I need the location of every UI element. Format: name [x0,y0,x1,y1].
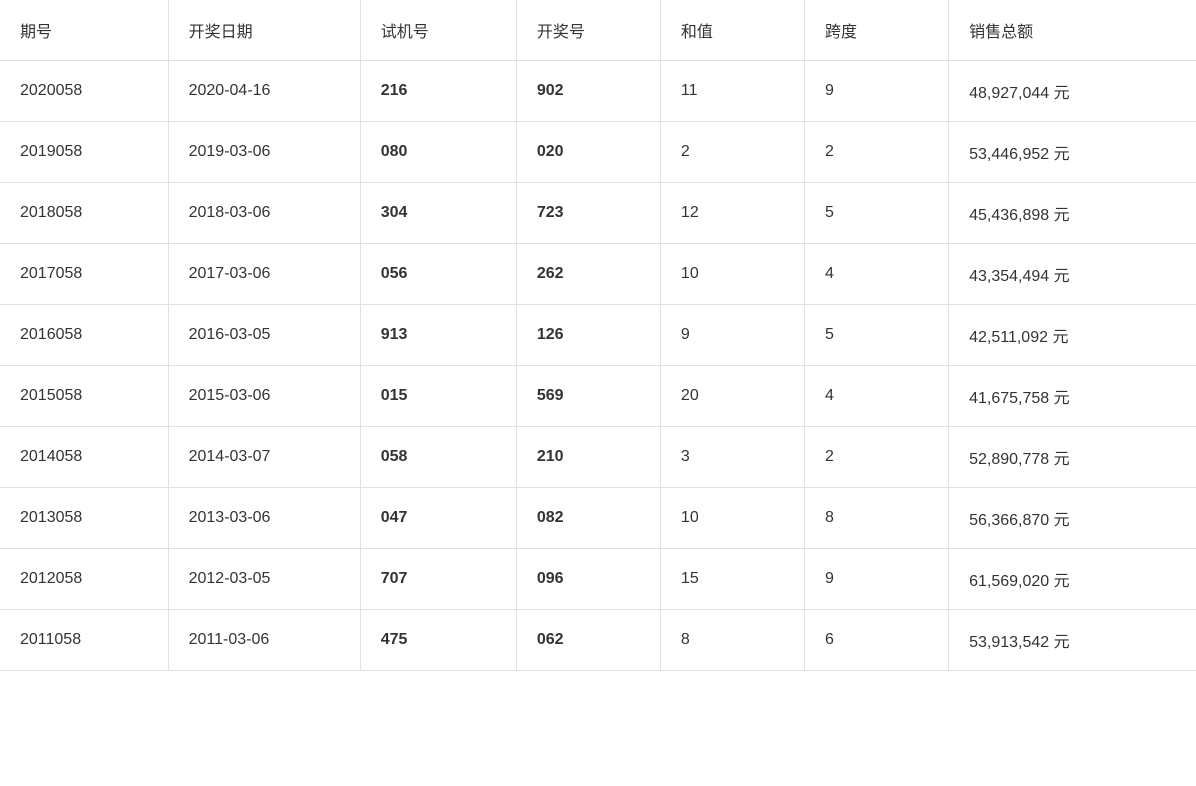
cell-span: 6 [805,610,949,671]
cell-trial: 707 [360,549,516,610]
header-span: 跨度 [805,0,949,61]
cell-sales: 41,675,758 元 [949,366,1196,427]
cell-trial: 015 [360,366,516,427]
cell-span: 5 [805,305,949,366]
cell-sales: 52,890,778 元 [949,427,1196,488]
cell-period: 2016058 [0,305,168,366]
cell-sales: 56,366,870 元 [949,488,1196,549]
table-row: 20120582012-03-0570709615961,569,020 元 [0,549,1196,610]
cell-period: 2020058 [0,61,168,122]
cell-winning: 020 [516,122,660,183]
cell-trial: 080 [360,122,516,183]
table-row: 20200582020-04-1621690211948,927,044 元 [0,61,1196,122]
cell-sum: 10 [660,244,804,305]
cell-trial: 475 [360,610,516,671]
cell-winning: 126 [516,305,660,366]
cell-sum: 11 [660,61,804,122]
cell-sum: 2 [660,122,804,183]
cell-sum: 12 [660,183,804,244]
table-container: 期号 开奖日期 试机号 开奖号 和值 跨度 销售总额 20200582020-0… [0,0,1196,786]
cell-sum: 8 [660,610,804,671]
cell-sum: 20 [660,366,804,427]
cell-span: 2 [805,122,949,183]
cell-period: 2013058 [0,488,168,549]
cell-span: 2 [805,427,949,488]
table-row: 20150582015-03-0601556920441,675,758 元 [0,366,1196,427]
cell-winning: 096 [516,549,660,610]
cell-winning: 082 [516,488,660,549]
cell-period: 2015058 [0,366,168,427]
cell-trial: 913 [360,305,516,366]
cell-trial: 056 [360,244,516,305]
table-row: 20190582019-03-060800202253,446,952 元 [0,122,1196,183]
header-row: 期号 开奖日期 试机号 开奖号 和值 跨度 销售总额 [0,0,1196,61]
cell-period: 2011058 [0,610,168,671]
cell-trial: 047 [360,488,516,549]
cell-winning: 210 [516,427,660,488]
cell-span: 9 [805,61,949,122]
cell-date: 2020-04-16 [168,61,360,122]
cell-date: 2011-03-06 [168,610,360,671]
cell-sum: 15 [660,549,804,610]
cell-span: 8 [805,488,949,549]
cell-date: 2014-03-07 [168,427,360,488]
cell-sum: 9 [660,305,804,366]
header-date: 开奖日期 [168,0,360,61]
table-row: 20140582014-03-070582103252,890,778 元 [0,427,1196,488]
cell-winning: 569 [516,366,660,427]
header-sum: 和值 [660,0,804,61]
cell-date: 2013-03-06 [168,488,360,549]
table-row: 20160582016-03-059131269542,511,092 元 [0,305,1196,366]
cell-winning: 902 [516,61,660,122]
header-sales: 销售总额 [949,0,1196,61]
cell-trial: 216 [360,61,516,122]
cell-winning: 262 [516,244,660,305]
cell-span: 9 [805,549,949,610]
cell-sales: 53,446,952 元 [949,122,1196,183]
cell-winning: 062 [516,610,660,671]
header-period: 期号 [0,0,168,61]
cell-date: 2019-03-06 [168,122,360,183]
header-trial: 试机号 [360,0,516,61]
cell-sales: 43,354,494 元 [949,244,1196,305]
cell-date: 2016-03-05 [168,305,360,366]
table-row: 20180582018-03-0630472312545,436,898 元 [0,183,1196,244]
cell-date: 2012-03-05 [168,549,360,610]
cell-period: 2014058 [0,427,168,488]
table-row: 20130582013-03-0604708210856,366,870 元 [0,488,1196,549]
cell-date: 2015-03-06 [168,366,360,427]
lottery-table: 期号 开奖日期 试机号 开奖号 和值 跨度 销售总额 20200582020-0… [0,0,1196,671]
header-winning: 开奖号 [516,0,660,61]
cell-period: 2018058 [0,183,168,244]
cell-sum: 10 [660,488,804,549]
cell-trial: 304 [360,183,516,244]
cell-date: 2017-03-06 [168,244,360,305]
cell-period: 2017058 [0,244,168,305]
cell-sales: 45,436,898 元 [949,183,1196,244]
cell-period: 2019058 [0,122,168,183]
cell-sum: 3 [660,427,804,488]
table-row: 20170582017-03-0605626210443,354,494 元 [0,244,1196,305]
cell-span: 4 [805,244,949,305]
cell-sales: 48,927,044 元 [949,61,1196,122]
cell-span: 4 [805,366,949,427]
cell-sales: 53,913,542 元 [949,610,1196,671]
cell-sales: 42,511,092 元 [949,305,1196,366]
cell-sales: 61,569,020 元 [949,549,1196,610]
cell-span: 5 [805,183,949,244]
cell-winning: 723 [516,183,660,244]
table-row: 20110582011-03-064750628653,913,542 元 [0,610,1196,671]
cell-date: 2018-03-06 [168,183,360,244]
cell-trial: 058 [360,427,516,488]
cell-period: 2012058 [0,549,168,610]
